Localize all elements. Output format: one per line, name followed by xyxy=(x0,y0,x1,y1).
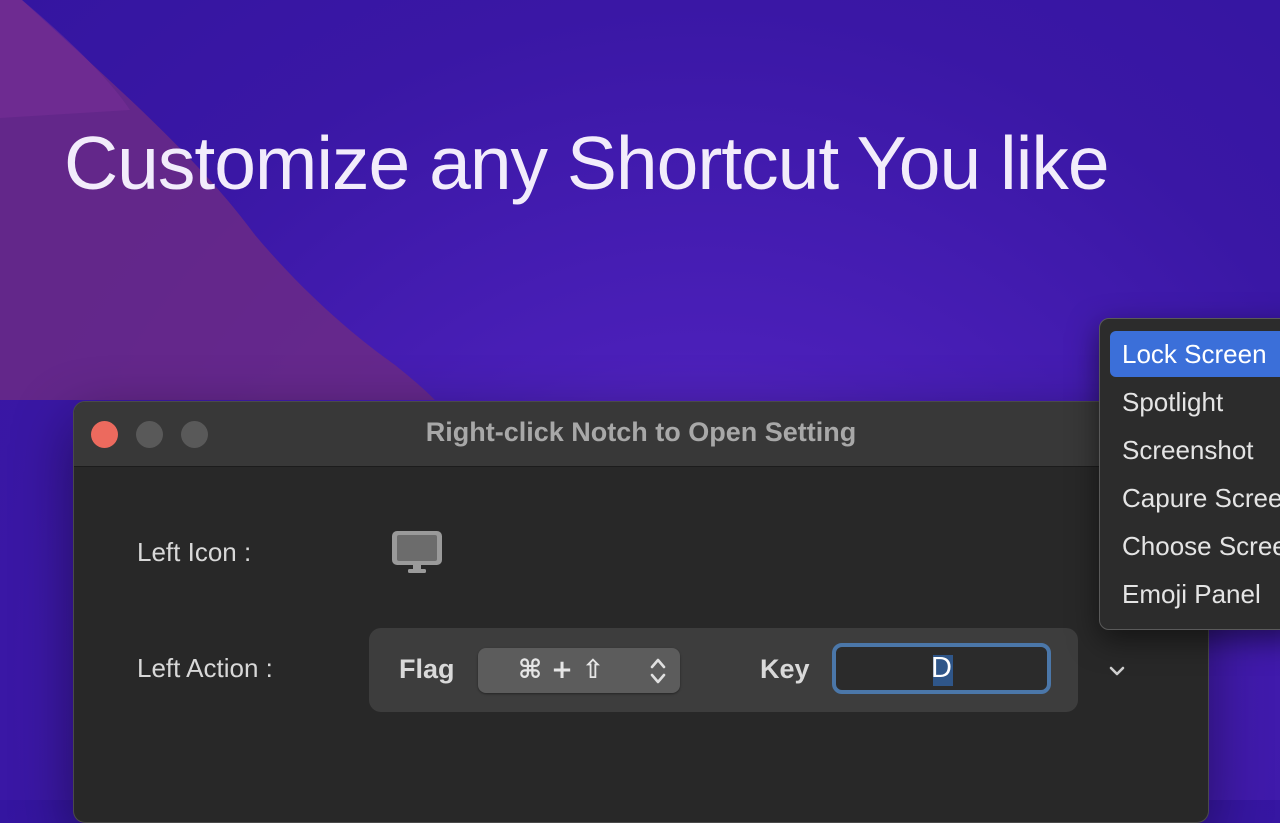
menu-item-lock-screen[interactable]: Lock Screen xyxy=(1110,331,1280,377)
action-panel: Flag ⌘ + ⇧ Key xyxy=(369,628,1078,712)
menu-item-emoji-panel[interactable]: Emoji Panel xyxy=(1110,571,1280,617)
settings-window: Right-click Notch to Open Setting Left I… xyxy=(73,401,1209,823)
menu-item-spotlight[interactable]: Spotlight xyxy=(1110,379,1280,425)
flag-select[interactable]: ⌘ + ⇧ xyxy=(478,648,680,693)
flag-label: Flag xyxy=(399,654,455,684)
key-label: Key xyxy=(760,654,810,684)
chevron-down-icon[interactable] xyxy=(1104,660,1130,682)
key-field-wrapper xyxy=(832,643,1051,694)
action-menu: Lock Screen Spotlight Screenshot Capure … xyxy=(1099,318,1280,630)
menu-item-capture-screen[interactable]: Capure Screen xyxy=(1110,475,1280,521)
title-bar: Right-click Notch to Open Setting xyxy=(74,402,1208,467)
headline: Customize any Shortcut You like xyxy=(64,121,1110,205)
key-input[interactable] xyxy=(840,651,1043,686)
monitor-icon[interactable] xyxy=(391,530,443,576)
flag-value: ⌘ + ⇧ xyxy=(518,655,604,685)
menu-item-screenshot[interactable]: Screenshot xyxy=(1110,427,1280,473)
window-title: Right-click Notch to Open Setting xyxy=(425,417,857,447)
left-icon-label: Left Icon : xyxy=(137,537,252,567)
up-down-chevron-icon xyxy=(650,658,666,684)
menu-item-choose-screen[interactable]: Choose Screen xyxy=(1110,523,1280,569)
left-action-label: Left Action : xyxy=(137,653,273,683)
